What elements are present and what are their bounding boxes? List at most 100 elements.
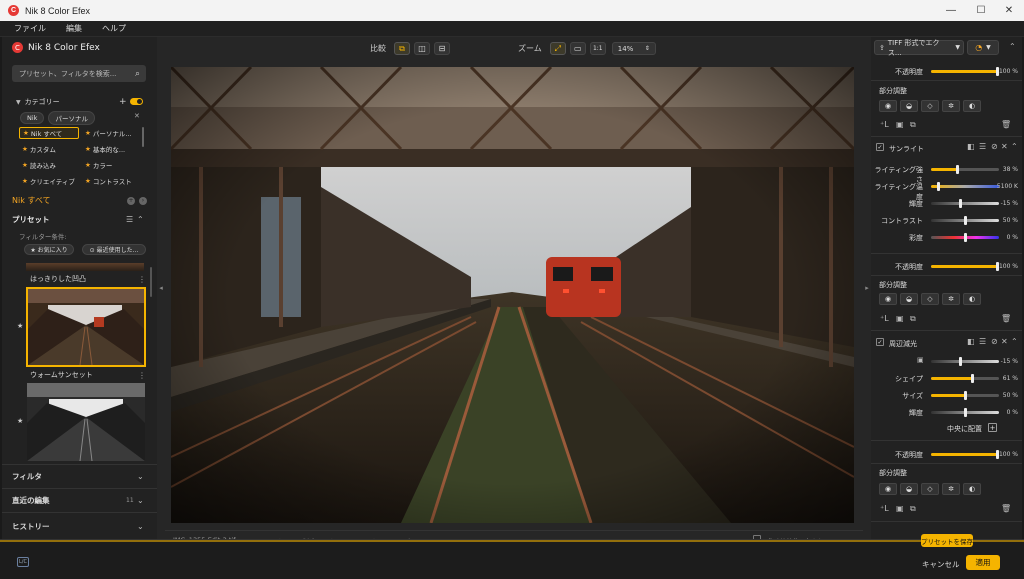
fill-screen-icon[interactable]: ▭: [569, 42, 586, 55]
zoom-one-to-one[interactable]: 1:1: [589, 42, 606, 55]
brush-icon[interactable]: ◒: [900, 100, 918, 112]
adjust-slider[interactable]: [931, 182, 999, 191]
filter-creative[interactable]: ★ クリエイティブ: [19, 175, 79, 187]
filter-nik-all[interactable]: ★ Nik すべて: [19, 127, 79, 139]
trash-icon[interactable]: 🗑: [1001, 314, 1011, 323]
export-button[interactable]: ⇪ TIFF 形式でエクス... ▼: [874, 39, 964, 57]
left-panel-collapse[interactable]: ◂: [157, 37, 165, 539]
mask-icon[interactable]: ▣: [896, 314, 904, 323]
search-icon[interactable]: ⌕: [135, 69, 140, 79]
close-button[interactable]: ✕: [994, 0, 1024, 21]
vignette-type-icon[interactable]: ▣: [917, 356, 924, 364]
preset-item-selected[interactable]: ウォームサンセット ⋮: [30, 370, 146, 380]
minimize-button[interactable]: —: [936, 0, 966, 21]
slider-knob[interactable]: [936, 182, 940, 191]
category-header[interactable]: ▼ カテゴリー +: [16, 97, 146, 107]
invert-icon[interactable]: ⁺L: [880, 120, 889, 129]
adjust-slider[interactable]: [931, 408, 999, 417]
menu-file[interactable]: ファイル: [14, 23, 46, 34]
section-recent-edits[interactable]: 直近の編集 11 ⌄: [12, 494, 152, 506]
close-icon[interactable]: ✕: [134, 112, 140, 120]
add-circle-icon[interactable]: +: [127, 196, 135, 205]
recent-button[interactable]: ⊙ 最近使用した...: [82, 244, 146, 255]
mask-icon[interactable]: ▣: [896, 120, 904, 129]
compare-filter-icon[interactable]: ◧: [967, 337, 975, 346]
filter-enable-checkbox[interactable]: ✓: [876, 143, 884, 151]
menu-edit[interactable]: 編集: [66, 23, 82, 34]
apply-button[interactable]: 適用: [966, 555, 1000, 570]
filter-enable-checkbox[interactable]: ✓: [876, 338, 884, 346]
invert-icon[interactable]: ⁺L: [880, 314, 889, 323]
filter-personal[interactable]: ★ パーソナル...: [82, 127, 137, 139]
opacity-slider[interactable]: [931, 450, 999, 459]
search-input[interactable]: プリセット、フィルタを検索... ⌕: [12, 65, 146, 82]
filter-basic[interactable]: ★ 基本的な...: [82, 143, 137, 155]
adjust-slider[interactable]: [931, 357, 999, 366]
adjust-slider[interactable]: [931, 391, 999, 400]
maximize-button[interactable]: ☐: [966, 0, 996, 21]
chevron-up-icon[interactable]: ⌃: [1011, 142, 1018, 151]
gradient-icon[interactable]: ◐: [963, 293, 981, 305]
copy-icon[interactable]: ⧉: [910, 120, 916, 130]
trash-icon[interactable]: 🗑: [1001, 504, 1011, 513]
filter-import[interactable]: ★ 読み込み: [19, 159, 79, 171]
brush-icon[interactable]: ◒: [900, 483, 918, 495]
lasso-icon[interactable]: ◇: [921, 293, 939, 305]
compare-stack-icon[interactable]: ⊟: [434, 42, 450, 55]
slider-knob[interactable]: [964, 408, 967, 417]
star-icon[interactable]: ★: [17, 417, 23, 425]
save-preset-button[interactable]: プリセットを保存: [921, 534, 973, 547]
gradient-icon[interactable]: ◐: [963, 483, 981, 495]
center-button[interactable]: +: [988, 423, 997, 432]
auto-mask-icon[interactable]: ✲: [942, 100, 960, 112]
slider-knob[interactable]: [971, 374, 975, 383]
close-icon[interactable]: ✕: [1001, 337, 1008, 346]
compare-split-icon[interactable]: ◫: [414, 42, 430, 55]
cancel-button[interactable]: キャンセル: [922, 559, 960, 570]
right-panel-collapse[interactable]: ▸: [863, 37, 871, 539]
favorites-button[interactable]: ★ お気に入り: [24, 244, 74, 255]
opacity-slider[interactable]: [931, 262, 999, 271]
more-icon[interactable]: ⋮: [138, 371, 146, 380]
section-filter[interactable]: フィルタ ⌄: [12, 470, 152, 482]
fit-screen-icon[interactable]: ⤢: [549, 42, 566, 55]
filter-stack-button[interactable]: ◔ ▼: [967, 40, 999, 55]
adjust-slider[interactable]: [931, 374, 999, 383]
section-history[interactable]: ヒストリー ⌄: [12, 520, 152, 532]
filter-scrollbar[interactable]: [142, 127, 144, 147]
lasso-icon[interactable]: ◇: [921, 100, 939, 112]
lc-icon[interactable]: L/C: [17, 557, 29, 567]
slider-knob[interactable]: [955, 165, 959, 174]
adjust-slider[interactable]: [931, 216, 999, 225]
auto-mask-icon[interactable]: ✲: [942, 483, 960, 495]
control-point-icon[interactable]: ◉: [879, 483, 897, 495]
copy-icon[interactable]: ⧉: [910, 314, 916, 324]
mask-icon[interactable]: ▣: [896, 504, 904, 513]
category-toggle[interactable]: [130, 98, 143, 105]
compare-side-icon[interactable]: ⧉: [394, 42, 410, 55]
chevron-up-icon[interactable]: ⌃: [1009, 42, 1016, 51]
close-icon[interactable]: ✕: [1001, 142, 1008, 151]
auto-mask-icon[interactable]: ✲: [942, 293, 960, 305]
list-view-icon[interactable]: ☰: [126, 215, 133, 224]
slider-knob[interactable]: [964, 391, 967, 400]
chip-nik[interactable]: Nik: [20, 112, 45, 124]
lasso-icon[interactable]: ◇: [921, 483, 939, 495]
slider-knob[interactable]: [964, 233, 967, 242]
preset-thumbnail-partial[interactable]: [26, 263, 144, 271]
invert-icon[interactable]: ⁺L: [880, 504, 889, 513]
filter-contrast[interactable]: ★ コントラスト: [82, 175, 137, 187]
slider-knob[interactable]: [958, 357, 962, 366]
slider-knob[interactable]: [964, 216, 967, 225]
reset-icon[interactable]: ⊘: [991, 142, 998, 151]
compare-filter-icon[interactable]: ◧: [967, 142, 975, 151]
preset-scrollbar[interactable]: [150, 267, 152, 297]
control-point-icon[interactable]: ◉: [879, 293, 897, 305]
reset-icon[interactable]: ⊘: [991, 337, 998, 346]
filter-custom[interactable]: ★ カスタム: [19, 143, 79, 155]
chevron-up-icon[interactable]: ⌃: [137, 215, 144, 224]
more-icon[interactable]: ⋮: [138, 275, 146, 284]
copy-icon[interactable]: ⧉: [910, 504, 916, 514]
chip-personal[interactable]: パーソナル: [48, 111, 95, 125]
opacity-slider[interactable]: [931, 67, 999, 76]
